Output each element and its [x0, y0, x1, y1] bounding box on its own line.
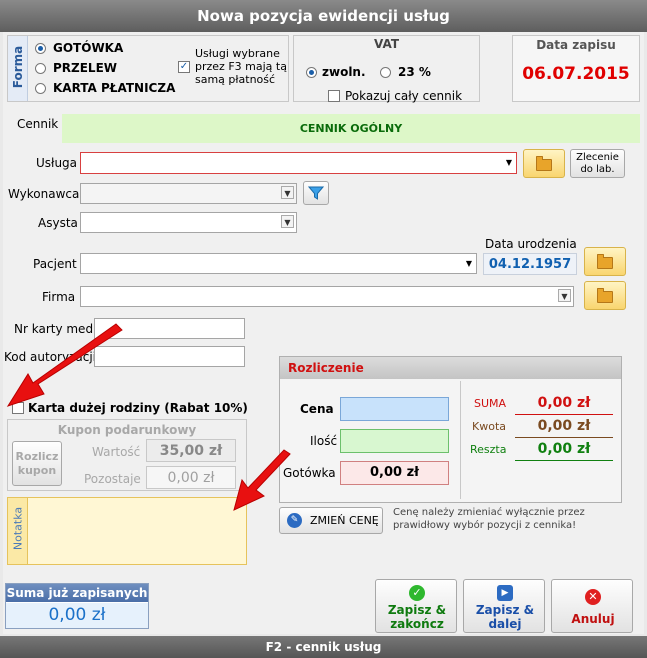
save-close-button[interactable]: ✓ Zapisz & zakończ: [375, 579, 457, 633]
price-input[interactable]: [340, 397, 449, 421]
assist-combo[interactable]: ▼: [80, 212, 297, 233]
performer-label: Wykonawca: [8, 187, 80, 201]
date-value: 06.07.2015: [522, 64, 630, 84]
save-next-button[interactable]: ▶ Zapisz & dalej: [463, 579, 545, 633]
date-title: Data zapisu: [536, 38, 616, 52]
lab-order-button[interactable]: Zlecenie do lab.: [570, 149, 625, 178]
close-icon: ✕: [585, 589, 601, 605]
vat-option-23[interactable]: 23 %: [398, 65, 431, 79]
settlement-divider: [460, 381, 461, 499]
payment-radio-card[interactable]: [35, 83, 46, 94]
service-label: Usługa: [36, 156, 78, 170]
sum-value: 0,00 zł: [515, 393, 613, 415]
change-price-hint: Cenę należy zmieniać wyłącznie przez pra…: [393, 507, 585, 531]
folder-icon: [536, 155, 552, 171]
vat-radio-exempt[interactable]: [306, 67, 317, 78]
vat-option-exempt[interactable]: zwoln.: [322, 65, 366, 79]
service-combo[interactable]: ▼: [80, 152, 517, 174]
folder-icon: [597, 287, 613, 303]
coupon-remaining-label: Pozostaje: [84, 472, 141, 486]
show-all-pricelist-label[interactable]: Pokazuj cały cennik: [345, 89, 462, 103]
performer-combo[interactable]: ▼: [80, 183, 297, 204]
note-label: Notatka: [11, 506, 25, 551]
price-list-value: CENNIK OGÓLNY: [62, 114, 640, 143]
chevron-down-icon[interactable]: ▼: [281, 215, 294, 228]
company-browse-button[interactable]: [584, 281, 626, 310]
saved-sum-value: 0,00 zł: [6, 603, 148, 628]
save-close-label: Zapisz & zakończ: [387, 603, 447, 631]
coupon-value: 35,00 zł: [146, 439, 236, 462]
vat-radio-23[interactable]: [380, 67, 391, 78]
quantity-input[interactable]: [340, 429, 449, 453]
payment-group-label: Forma: [11, 45, 25, 89]
company-label: Firma: [42, 290, 76, 304]
cancel-button[interactable]: ✕ Anuluj: [551, 579, 633, 633]
show-all-pricelist-checkbox[interactable]: [328, 90, 340, 102]
patient-combo[interactable]: ▼: [80, 253, 477, 274]
chevron-down-icon[interactable]: ▼: [281, 186, 294, 199]
service-browse-button[interactable]: [523, 149, 565, 178]
payment-option-card[interactable]: KARTA PŁATNICZA: [53, 81, 175, 95]
chevron-down-icon[interactable]: ▼: [466, 259, 472, 268]
payment-radio-cash[interactable]: [35, 43, 46, 54]
patient-label: Pacjent: [33, 257, 77, 271]
chevron-down-icon[interactable]: ▼: [558, 289, 571, 302]
change-price-label: ZMIEŃ CENĘ: [310, 514, 379, 527]
birth-date-label: Data urodzenia: [485, 237, 577, 251]
coupon-title: Kupon podarunkowy: [57, 423, 197, 437]
amount-value: 0,00 zł: [515, 416, 613, 438]
status-bar: F2 - cennik usług: [0, 636, 647, 658]
coupon-remaining: 0,00 zł: [146, 466, 236, 489]
sum-label: SUMA: [474, 397, 507, 410]
birth-date-value: 04.12.1957: [483, 253, 577, 275]
note-textarea[interactable]: [30, 499, 245, 563]
save-next-label: Zapisz & dalej: [475, 603, 535, 631]
same-payment-note: Usługi wybrane przez F3 mają tą samą pła…: [195, 47, 287, 86]
red-arrow-annotation-left: [6, 323, 123, 407]
window-title: Nowa pozycja ewidencji usług: [0, 0, 647, 32]
chevron-down-icon[interactable]: ▼: [506, 158, 512, 167]
payment-option-cash[interactable]: GOTÓWKA: [53, 41, 123, 55]
change-label: Reszta: [470, 443, 507, 456]
filter-button[interactable]: [303, 181, 329, 205]
payment-option-transfer[interactable]: PRZELEW: [53, 61, 117, 75]
price-label: Cena: [300, 402, 334, 416]
assist-label: Asysta: [38, 216, 78, 230]
red-arrow-annotation-right: [233, 449, 291, 511]
cancel-label: Anuluj: [571, 612, 615, 626]
amount-label: Kwota: [472, 420, 506, 433]
settlement-title: Rozliczenie: [280, 357, 621, 379]
price-list-label: Cennik: [17, 117, 59, 131]
checkmark-icon: ✓: [409, 585, 425, 601]
company-combo[interactable]: ▼: [80, 286, 574, 307]
folder-icon: [597, 253, 613, 269]
filter-icon: [307, 186, 325, 200]
vat-title: VAT: [373, 37, 399, 51]
settle-coupon-button[interactable]: Rozlicz kupon: [12, 441, 62, 486]
quantity-label: Ilość: [310, 434, 338, 448]
coupon-value-label: Wartość: [92, 445, 141, 459]
patient-browse-button[interactable]: [584, 247, 626, 276]
play-icon: ▶: [497, 585, 513, 601]
saved-sum-title: Suma już zapisanych: [6, 584, 148, 602]
same-payment-checkbox[interactable]: ✓: [178, 61, 190, 73]
payment-radio-transfer[interactable]: [35, 63, 46, 74]
change-value: 0,00 zł: [515, 439, 613, 461]
cash-input[interactable]: 0,00 zł: [340, 461, 449, 485]
